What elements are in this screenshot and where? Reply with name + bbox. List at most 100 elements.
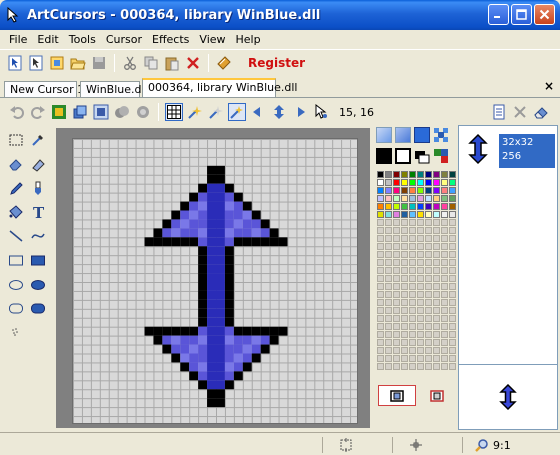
color-swatch[interactable] [385,347,392,354]
color-swatch[interactable] [393,307,400,314]
color-swatch[interactable] [401,331,408,338]
cursor-info-selected[interactable]: 32x32 256 [499,134,555,168]
color-swatch[interactable] [417,347,424,354]
eraser-icon[interactable] [532,103,550,121]
palette-mode-4-icon[interactable] [433,127,449,143]
color-swatch[interactable] [401,171,408,178]
color-swatch[interactable] [417,339,424,346]
color-swatch[interactable] [377,243,384,250]
color-swatch[interactable] [409,259,416,266]
color-swatch[interactable] [441,363,448,370]
color-swatch[interactable] [401,179,408,186]
color-swatch[interactable] [377,299,384,306]
color-swatch[interactable] [433,259,440,266]
color-swatch[interactable] [393,331,400,338]
color-picker-icon[interactable] [433,148,449,164]
color-swatch[interactable] [441,307,448,314]
color-swatch[interactable] [401,203,408,210]
color-swatch[interactable] [409,243,416,250]
color-swatch[interactable] [409,235,416,242]
color-swatch[interactable] [409,339,416,346]
tab-winblue-dll[interactable]: WinBlue.dll [80,81,148,98]
color-swatch[interactable] [417,219,424,226]
color-swatch[interactable] [441,187,448,194]
color-swatch[interactable] [441,275,448,282]
color-swatch[interactable] [417,259,424,266]
color-swatch[interactable] [393,323,400,330]
filled-rectangle-tool-icon[interactable] [28,250,48,270]
color-swatch[interactable] [417,187,424,194]
color-swatch[interactable] [409,331,416,338]
color-swatch[interactable] [385,299,392,306]
color-swatch[interactable] [377,171,384,178]
color-swatch[interactable] [417,315,424,322]
color-swatch[interactable] [393,203,400,210]
copy-icon[interactable] [142,54,160,72]
color-swatch[interactable] [393,187,400,194]
color-swatch[interactable] [417,267,424,274]
color-swatch[interactable] [425,195,432,202]
color-swatch[interactable] [449,187,456,194]
rectangle-tool-icon[interactable] [6,250,26,270]
color-swatch[interactable] [409,347,416,354]
color-swatch[interactable] [393,299,400,306]
color-swatch[interactable] [385,283,392,290]
color-swatch[interactable] [377,283,384,290]
color-swatch[interactable] [425,227,432,234]
color-swatch[interactable] [417,243,424,250]
color-swatch[interactable] [393,347,400,354]
color-swatch[interactable] [393,235,400,242]
menu-edit[interactable]: Edit [32,33,63,46]
color-swatch[interactable] [409,203,416,210]
color-swatch[interactable] [433,299,440,306]
color-swatch[interactable] [441,219,448,226]
color-swatch[interactable] [425,307,432,314]
color-swatch[interactable] [401,259,408,266]
color-swatch[interactable] [417,251,424,258]
pointer-hotspot-icon[interactable] [312,103,330,121]
brush-icon[interactable] [28,178,48,198]
color-swatch[interactable] [401,275,408,282]
color-swatch[interactable] [409,251,416,258]
color-swatch[interactable] [401,339,408,346]
tab-000364-library[interactable]: 000364, library WinBlue.dll [142,78,297,98]
menu-help[interactable]: Help [231,33,266,46]
primary-color-swatch[interactable] [376,148,392,164]
color-swatch[interactable] [393,179,400,186]
color-swatch[interactable] [441,203,448,210]
filled-rounded-rect-tool-icon[interactable] [28,298,48,318]
color-swatch[interactable] [433,251,440,258]
rect-select-icon[interactable] [6,130,26,150]
color-swatch[interactable] [441,355,448,362]
color-swatch[interactable] [385,251,392,258]
color-swatch[interactable] [385,219,392,226]
color-swatch[interactable] [393,211,400,218]
color-swatch[interactable] [417,171,424,178]
color-swatch[interactable] [385,235,392,242]
color-swatch[interactable] [401,315,408,322]
save-icon[interactable] [90,54,108,72]
color-swatch[interactable] [377,219,384,226]
color-swatch[interactable] [433,227,440,234]
color-swatch[interactable] [385,307,392,314]
color-swatch[interactable] [401,307,408,314]
color-swatch[interactable] [385,363,392,370]
color-swatch[interactable] [449,331,456,338]
color-swatch[interactable] [377,203,384,210]
color-swatch[interactable] [417,195,424,202]
color-swatch[interactable] [393,339,400,346]
color-swatch[interactable] [409,179,416,186]
color-swatch[interactable] [409,219,416,226]
color-swatch[interactable] [401,347,408,354]
secondary-color-swatch[interactable] [395,148,411,164]
color-swatch[interactable] [433,195,440,202]
color-swatch[interactable] [433,211,440,218]
color-swatch[interactable] [449,211,456,218]
color-swatch[interactable] [377,331,384,338]
color-swatch[interactable] [409,171,416,178]
color-swatch-grid[interactable] [377,171,456,370]
color-swatch[interactable] [425,243,432,250]
color-swatch[interactable] [385,275,392,282]
color-swatch[interactable] [409,267,416,274]
color-swatch[interactable] [441,235,448,242]
